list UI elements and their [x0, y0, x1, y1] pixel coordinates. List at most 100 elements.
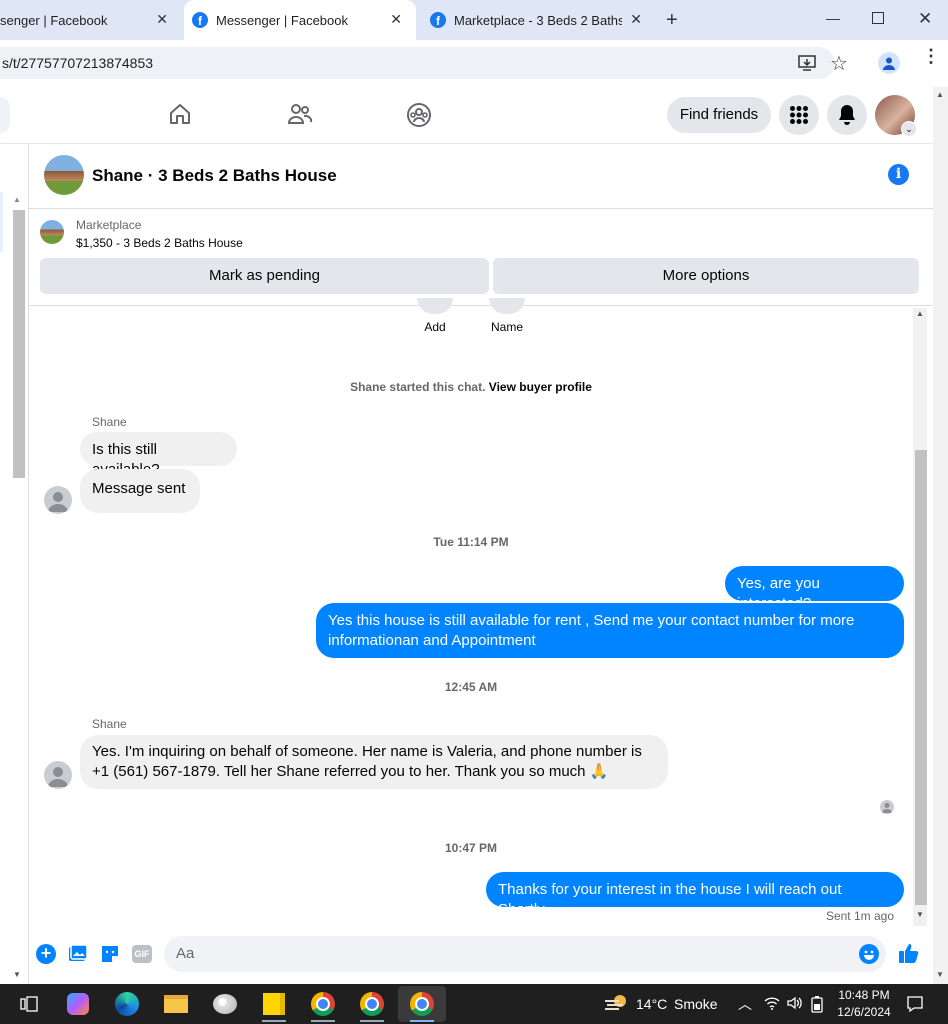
copilot-icon[interactable] [63, 990, 93, 1018]
message-bubble-incoming[interactable]: Is this still available? [80, 432, 237, 478]
read-receipt-avatar [880, 800, 894, 814]
friends-icon[interactable] [287, 102, 313, 131]
profile-icon[interactable] [878, 52, 900, 74]
file-explorer-icon[interactable] [161, 990, 191, 1018]
tab-messenger-1[interactable]: senger | Facebook ✕ [0, 0, 182, 40]
info-icon[interactable]: i [888, 164, 909, 185]
page-scrollbar[interactable] [933, 87, 948, 984]
notifications-button[interactable] [827, 95, 867, 135]
url-field[interactable]: s/t/27757707213874853 [0, 47, 835, 79]
chrome-profile-a-icon[interactable] [308, 990, 338, 1022]
add-action-icon[interactable] [417, 298, 453, 314]
close-icon[interactable]: ✕ [630, 11, 642, 28]
chrome-profile-c-icon[interactable] [407, 990, 437, 1022]
marketplace-label: Marketplace [76, 218, 142, 232]
page-scroll-down-icon[interactable]: ▼ [936, 970, 944, 979]
find-friends-button[interactable]: Find friends [667, 97, 771, 133]
tab-title: Messenger | Facebook [216, 12, 348, 28]
battery-icon[interactable] [810, 995, 824, 1018]
chat-started-notice: Shane started this chat. View buyer prof… [29, 380, 913, 394]
chat-started-text: Shane started this chat. [350, 380, 486, 394]
mark-as-pending-button[interactable]: Mark as pending [40, 258, 489, 294]
message-bubble-outgoing[interactable]: Thanks for your interest in the house I … [486, 872, 904, 918]
tab-messenger-2[interactable]: f Messenger | Facebook ✕ [184, 0, 416, 40]
message-input[interactable]: Aa [164, 936, 886, 972]
close-icon[interactable]: ✕ [390, 11, 402, 28]
task-view-icon[interactable] [14, 990, 44, 1018]
message-input-placeholder: Aa [176, 945, 195, 962]
name-action-icon[interactable] [489, 298, 525, 314]
close-icon[interactable]: ✕ [156, 11, 168, 28]
person-icon [48, 767, 68, 787]
weather-smoke-icon[interactable] [604, 993, 630, 1018]
volume-icon[interactable] [786, 995, 802, 1016]
scroll-down-icon[interactable]: ▼ [916, 910, 924, 919]
view-buyer-profile-link[interactable]: View buyer profile [489, 380, 592, 394]
restore-icon[interactable] [872, 12, 884, 24]
name-action-label[interactable]: Name [477, 320, 537, 334]
minimize-icon[interactable]: — [826, 10, 840, 26]
listing-avatar[interactable] [44, 155, 84, 195]
tab-title: Marketplace - 3 Beds 2 Baths H [454, 12, 622, 28]
chat-scrollbar-thumb[interactable] [915, 450, 927, 905]
edge-icon[interactable] [112, 990, 142, 1018]
facebook-icon: f [192, 12, 208, 28]
timestamp: 12:45 AM [444, 680, 498, 694]
chrome-profile-b-icon[interactable] [357, 990, 387, 1022]
sidebar-scroll-down-icon[interactable]: ▼ [13, 970, 21, 979]
person-icon [882, 803, 892, 813]
sender-avatar[interactable] [44, 761, 72, 789]
page-scroll-up-icon[interactable]: ▲ [936, 90, 944, 99]
photo-icon[interactable] [68, 944, 88, 969]
browser-menu-icon[interactable]: ⋮ [922, 47, 940, 65]
sent-status: Sent 1m ago [825, 909, 894, 923]
gif-icon[interactable]: GIF [132, 945, 152, 963]
grid-icon [790, 106, 808, 124]
message-bubble-outgoing[interactable]: Yes, are you interested? [725, 566, 904, 612]
person-icon [48, 492, 68, 512]
clock-time[interactable]: 10:48 PM [834, 988, 894, 1002]
notification-center-icon[interactable] [906, 995, 924, 1018]
emoji-icon[interactable] [859, 944, 879, 964]
sender-avatar[interactable] [44, 486, 72, 514]
install-app-icon[interactable] [798, 54, 818, 77]
sender-name: Shane [92, 717, 127, 731]
search-field-edge[interactable] [0, 97, 10, 133]
tab-title: senger | Facebook [0, 12, 108, 28]
sidebar-scrollbar-thumb[interactable] [13, 210, 25, 478]
sender-name: Shane [92, 415, 127, 429]
plus-icon[interactable]: + [36, 944, 56, 964]
groups-icon[interactable] [406, 102, 432, 133]
clock-date[interactable]: 12/6/2024 [834, 1005, 894, 1019]
weather-text[interactable]: Smoke [674, 996, 718, 1012]
add-action-label[interactable]: Add [405, 320, 465, 334]
chevron-down-icon[interactable]: ⌄ [901, 121, 917, 137]
bookmark-star-icon[interactable]: ☆ [830, 51, 848, 76]
thumbs-up-icon[interactable] [898, 942, 920, 969]
listing-thumbnail[interactable] [40, 220, 64, 244]
message-bubble-outgoing[interactable]: Yes this house is still available for re… [316, 603, 904, 658]
timestamp: 10:47 PM [444, 841, 498, 855]
url-text: s/t/27757707213874853 [2, 55, 154, 71]
paint-icon[interactable] [210, 990, 240, 1018]
sticky-notes-icon[interactable] [259, 990, 289, 1022]
wifi-icon[interactable] [764, 996, 780, 1015]
scroll-up-icon[interactable]: ▲ [916, 309, 924, 318]
window-close-icon[interactable]: ✕ [918, 9, 932, 29]
home-icon[interactable] [168, 102, 192, 131]
listing-title[interactable]: $1,350 - 3 Beds 2 Baths House [76, 236, 243, 250]
chevron-up-icon[interactable]: ︿ [738, 994, 752, 1014]
message-bubble-incoming[interactable]: Yes. I'm inquiring on behalf of someone.… [80, 735, 668, 789]
chat-title[interactable]: Shane · 3 Beds 2 Baths House [92, 166, 337, 186]
timestamp: Tue 11:14 PM [433, 535, 509, 549]
windows-taskbar [0, 984, 948, 1024]
more-options-button[interactable]: More options [493, 258, 919, 294]
new-tab-icon[interactable]: + [666, 9, 678, 32]
message-bubble-incoming[interactable]: Message sent [80, 469, 200, 513]
sidebar-scroll-up-icon[interactable]: ▲ [13, 195, 25, 205]
sticker-icon[interactable] [100, 944, 120, 969]
facebook-icon: f [430, 12, 446, 28]
menu-grid-button[interactable] [779, 95, 819, 135]
tab-marketplace[interactable]: f Marketplace - 3 Beds 2 Baths H ✕ [420, 0, 656, 40]
weather-temp[interactable]: 14°C [636, 996, 667, 1012]
